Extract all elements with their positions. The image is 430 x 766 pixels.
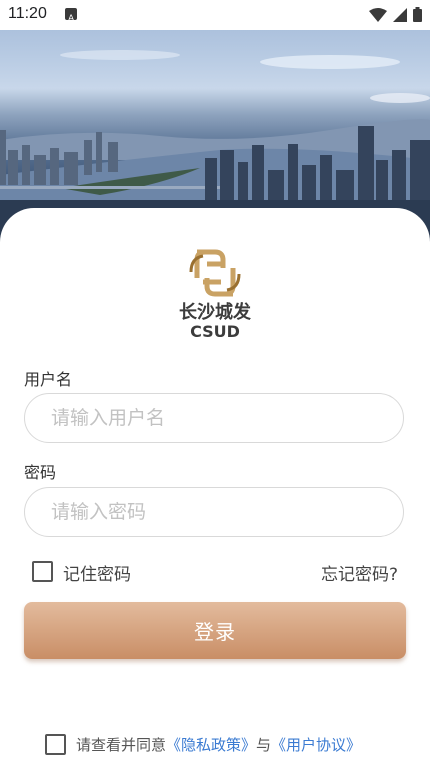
brand-name-cn: 长沙城发 bbox=[179, 301, 252, 323]
status-icons bbox=[369, 7, 422, 22]
agreement-checkbox[interactable] bbox=[45, 734, 66, 755]
notification-a-icon: A bbox=[65, 8, 77, 24]
password-label: 密码 bbox=[24, 463, 57, 482]
brand-name-en: CSUD bbox=[190, 322, 240, 341]
brand-logo: 长沙城发 CSUD bbox=[175, 246, 255, 341]
login-button-label: 登录 bbox=[194, 620, 236, 644]
agreement-prefix: 请查看并同意 bbox=[76, 736, 167, 754]
password-field[interactable] bbox=[24, 487, 404, 537]
svg-text:A: A bbox=[68, 14, 75, 23]
battery-icon bbox=[413, 7, 422, 22]
cell-signal-icon bbox=[393, 7, 407, 22]
password-input[interactable] bbox=[49, 500, 383, 524]
remember-password-checkbox[interactable] bbox=[32, 561, 53, 582]
wifi-icon bbox=[369, 7, 387, 22]
remember-password-label[interactable]: 记住密码 bbox=[63, 560, 131, 585]
agreement-text: 请查看并同意《隐私政策》与《用户协议》 bbox=[76, 734, 361, 755]
agreement-connector: 与 bbox=[256, 736, 272, 754]
username-field[interactable] bbox=[24, 393, 404, 443]
forgot-password-link[interactable]: 忘记密码? bbox=[321, 560, 398, 585]
status-bar: 11:20 A bbox=[0, 0, 430, 30]
username-input[interactable] bbox=[49, 406, 383, 430]
privacy-policy-link[interactable]: 《隐私政策》 bbox=[166, 736, 256, 754]
username-label: 用户名 bbox=[24, 370, 73, 389]
user-agreement-link[interactable]: 《用户协议》 bbox=[271, 736, 361, 754]
login-button[interactable]: 登录 bbox=[24, 602, 406, 659]
status-time: 11:20 bbox=[8, 5, 47, 22]
